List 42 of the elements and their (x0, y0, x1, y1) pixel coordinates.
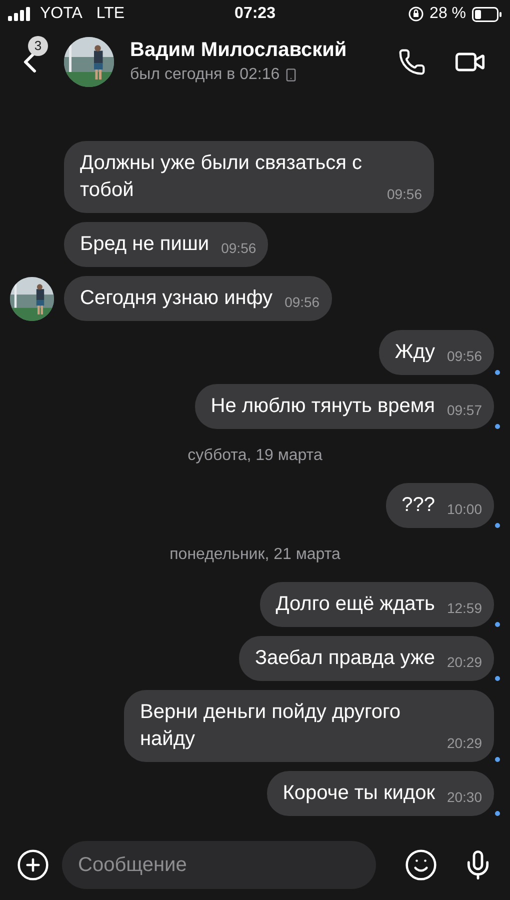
unread-count-badge: 3 (28, 36, 48, 56)
message-text: Заебал правда уже (254, 646, 435, 671)
contact-name: Вадим Милославский (130, 38, 348, 63)
battery-icon (472, 6, 502, 22)
message-text: Долго ещё ждать (276, 592, 435, 617)
phone-icon (398, 48, 426, 76)
message-time: 09:57 (446, 401, 482, 420)
message-time: 09:56 (386, 185, 422, 204)
message-time: 20:29 (446, 653, 482, 672)
message-time: 09:56 (446, 347, 482, 366)
message-time: 09:56 (221, 239, 256, 258)
rotation-lock-icon (408, 6, 424, 22)
message-time: 20:30 (446, 788, 482, 807)
emoji-button[interactable] (404, 848, 438, 882)
message-time: 12:59 (446, 599, 482, 618)
phone-device-icon (284, 68, 298, 82)
carrier-name: YOTA (40, 4, 82, 24)
message-bubble[interactable]: Сегодня узнаю инфу 09:56 (64, 276, 332, 321)
message-text: ??? (402, 493, 435, 518)
message-text: Бред не пиши (80, 232, 210, 257)
message-text: Сегодня узнаю инфу (80, 286, 273, 311)
message-bubble[interactable]: Бред не пиши 09:56 (64, 222, 268, 267)
attach-button[interactable] (16, 848, 50, 882)
last-seen-status: был сегодня в 02:16 (130, 65, 280, 85)
clock: 07:23 (234, 4, 276, 24)
back-button[interactable]: 3 (12, 38, 52, 86)
message-time: 09:56 (284, 293, 320, 312)
date-separator: суббота, 19 марта (188, 446, 322, 466)
message-time: 20:29 (446, 734, 482, 753)
network-type: LTE (96, 4, 125, 24)
message-bubble[interactable]: Должны уже были связаться с тобой 09:56 (64, 141, 434, 213)
message-text: Короче ты кидок (282, 781, 435, 806)
message-text: Верни деньги пойду другого найду (140, 700, 402, 752)
message-input-field[interactable]: Сообщение (62, 841, 376, 889)
date-separator: понедельник, 21 марта (170, 545, 340, 565)
plus-icon (16, 848, 50, 882)
message-time: 10:00 (446, 500, 482, 519)
message-text: Должны уже были связаться с тобой (80, 151, 364, 203)
battery-percent: 28 % (430, 4, 466, 24)
smiley-icon (404, 848, 438, 882)
message-text: Не люблю тянуть время (210, 394, 435, 419)
message-text: Жду (394, 340, 435, 365)
